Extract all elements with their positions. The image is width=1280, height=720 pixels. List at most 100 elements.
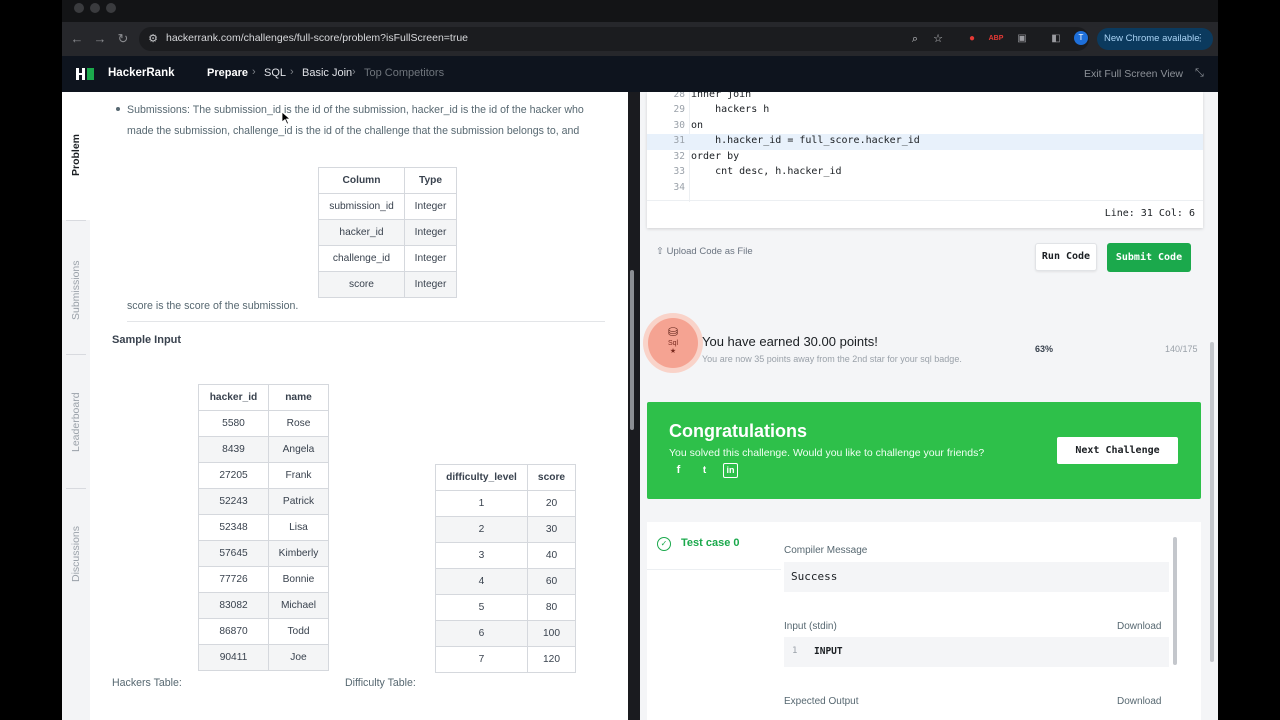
points-earned-title: You have earned 30.00 points!	[702, 334, 878, 349]
difficulty-sample-table: difficulty_level score 1 20 2 30 3 40 4 60 5…	[435, 464, 576, 673]
table-cell: Integer	[404, 193, 457, 220]
table-cell: hacker_id	[318, 219, 405, 246]
tab-discussions[interactable]: Discussions	[62, 490, 90, 620]
adblock-icon[interactable]: ABP	[988, 31, 1004, 47]
download-input-link[interactable]: Download	[1117, 621, 1161, 632]
maximize-window-icon[interactable]	[106, 3, 116, 13]
facebook-icon[interactable]: f	[671, 463, 686, 478]
linkedin-icon[interactable]: in	[723, 463, 738, 478]
line-text: inner join	[691, 92, 752, 100]
tab-problem-label: Problem	[70, 133, 82, 176]
submissions-schema-table: Column Type submission_id Integer hacker_…	[318, 167, 457, 298]
table-cell: 86870	[198, 618, 269, 645]
table-cell: 20	[527, 490, 576, 517]
tab-leaderboard[interactable]: Leaderboard	[62, 356, 90, 486]
tab-test-case-0[interactable]: ✓ Test case 0	[647, 522, 781, 570]
test-case-label: Test case 0	[681, 537, 740, 549]
code-line[interactable]: 32 order by	[647, 150, 1203, 166]
minimize-window-icon[interactable]	[90, 3, 100, 13]
input-stdin-label: Input (stdin)	[784, 621, 837, 632]
code-line[interactable]: 34	[647, 181, 1203, 197]
close-window-icon[interactable]	[74, 3, 84, 13]
line-number: 28	[673, 92, 685, 100]
url-text: hackerrank.com/challenges/full-score/pro…	[166, 32, 469, 44]
twitter-icon[interactable]: t	[697, 463, 712, 478]
table-cell: 52348	[198, 514, 269, 541]
table-cell: 40	[527, 542, 576, 569]
download-expected-link[interactable]: Download	[1117, 696, 1161, 707]
upload-icon: ⇧	[656, 246, 667, 257]
submissions-description: Submissions: The submission_id is the id…	[127, 104, 584, 137]
side-panel-icon[interactable]: ◧	[1048, 31, 1064, 47]
table-cell: 60	[527, 568, 576, 595]
window-titlebar	[62, 0, 1218, 22]
forward-icon[interactable]: →	[91, 30, 109, 48]
site-info-icon[interactable]: ⚙	[145, 31, 161, 47]
upload-code-link[interactable]: ⇧ Upload Code as File	[656, 246, 753, 257]
code-line[interactable]: 33 cnt desc, h.hacker_id	[647, 165, 1203, 181]
table-cell: score	[318, 271, 405, 298]
table-cell: Rose	[268, 410, 329, 437]
line-number: 31	[673, 135, 685, 146]
table-header: hacker_id	[198, 384, 269, 411]
tab-problem[interactable]: Problem	[62, 92, 90, 220]
code-line[interactable]: 28 inner join	[647, 92, 1203, 104]
results-scrollbar[interactable]	[1173, 537, 1177, 665]
line-text: cnt desc, h.hacker_id	[691, 166, 842, 177]
table-header: difficulty_level	[435, 464, 528, 491]
exit-fullscreen-link[interactable]: Exit Full Screen View	[1084, 68, 1183, 80]
code-line-active[interactable]: 31 h.hacker_id = full_score.hacker_id	[647, 134, 1203, 150]
upload-label: Upload Code as File	[666, 246, 753, 257]
line-number: 29	[673, 104, 685, 115]
bullet	[116, 107, 120, 111]
congrats-title: Congratulations	[669, 421, 807, 441]
table-cell: challenge_id	[318, 245, 405, 272]
bookmark-star-icon[interactable]: ☆	[930, 31, 946, 47]
code-line[interactable]: 30 on	[647, 119, 1203, 135]
table-cell: submission_id	[318, 193, 405, 220]
chevron-right-icon: ›	[290, 66, 294, 78]
compiler-message: Success	[791, 570, 838, 583]
input-line-number: 1	[792, 646, 798, 656]
brand-name[interactable]: HackerRank	[108, 67, 174, 79]
profile-avatar[interactable]: T	[1074, 31, 1088, 45]
line-text: h.hacker_id = full_score.hacker_id	[691, 135, 920, 146]
table-cell: Todd	[268, 618, 329, 645]
hackers-table-caption: Hackers Table:	[112, 677, 182, 689]
code-editor[interactable]: 28 inner join 29 hackers h 30 on 31 h.ha…	[647, 92, 1203, 228]
table-cell: Bonnie	[268, 566, 329, 593]
line-number: 32	[673, 151, 685, 162]
code-line[interactable]: 29 hackers h	[647, 103, 1203, 119]
breadcrumb-sql[interactable]: SQL	[264, 67, 286, 79]
next-challenge-button[interactable]: Next Challenge	[1057, 437, 1178, 464]
extensions-puzzle-icon[interactable]: ▣	[1014, 31, 1030, 47]
hackerrank-logo-icon[interactable]	[76, 68, 94, 80]
editor-panel-scrollbar[interactable]	[1210, 342, 1214, 662]
new-chrome-available-button[interactable]: New Chrome available ⋮	[1097, 28, 1213, 50]
table-cell: 30	[527, 516, 576, 543]
table-cell: 80	[527, 594, 576, 621]
address-bar[interactable]: ⚙ hackerrank.com/challenges/full-score/p…	[139, 27, 1089, 51]
mouse-cursor-icon	[282, 112, 291, 125]
tab-submissions[interactable]: Submissions	[62, 222, 90, 352]
zoom-icon[interactable]: ⌕	[907, 31, 923, 47]
breadcrumb-basic-join[interactable]: Basic Join	[302, 67, 352, 79]
submit-code-button[interactable]: Submit Code	[1107, 243, 1191, 272]
problem-content: Submissions: The submission_id is the id…	[90, 92, 628, 720]
sample-input-heading: Sample Input	[112, 334, 182, 346]
extension-icon[interactable]: ●	[964, 31, 980, 47]
screen: ← → ↻ ⚙ hackerrank.com/challenges/full-s…	[62, 0, 1218, 720]
table-cell: 100	[527, 620, 576, 647]
collapse-icon[interactable]: ⤡	[1195, 67, 1204, 80]
badge-label: Sql	[667, 340, 679, 347]
reload-icon[interactable]: ↻	[114, 30, 132, 48]
run-code-button[interactable]: Run Code	[1035, 243, 1097, 271]
back-icon[interactable]: ←	[68, 30, 86, 48]
table-header: Type	[404, 167, 457, 194]
breadcrumb-prepare[interactable]: Prepare	[207, 67, 248, 79]
problem-scrollbar[interactable]	[630, 270, 634, 430]
line-text: order by	[691, 151, 740, 162]
progress-percent: 63%	[1035, 344, 1054, 354]
table-cell: 4	[435, 568, 528, 595]
table-cell: 6	[435, 620, 528, 647]
